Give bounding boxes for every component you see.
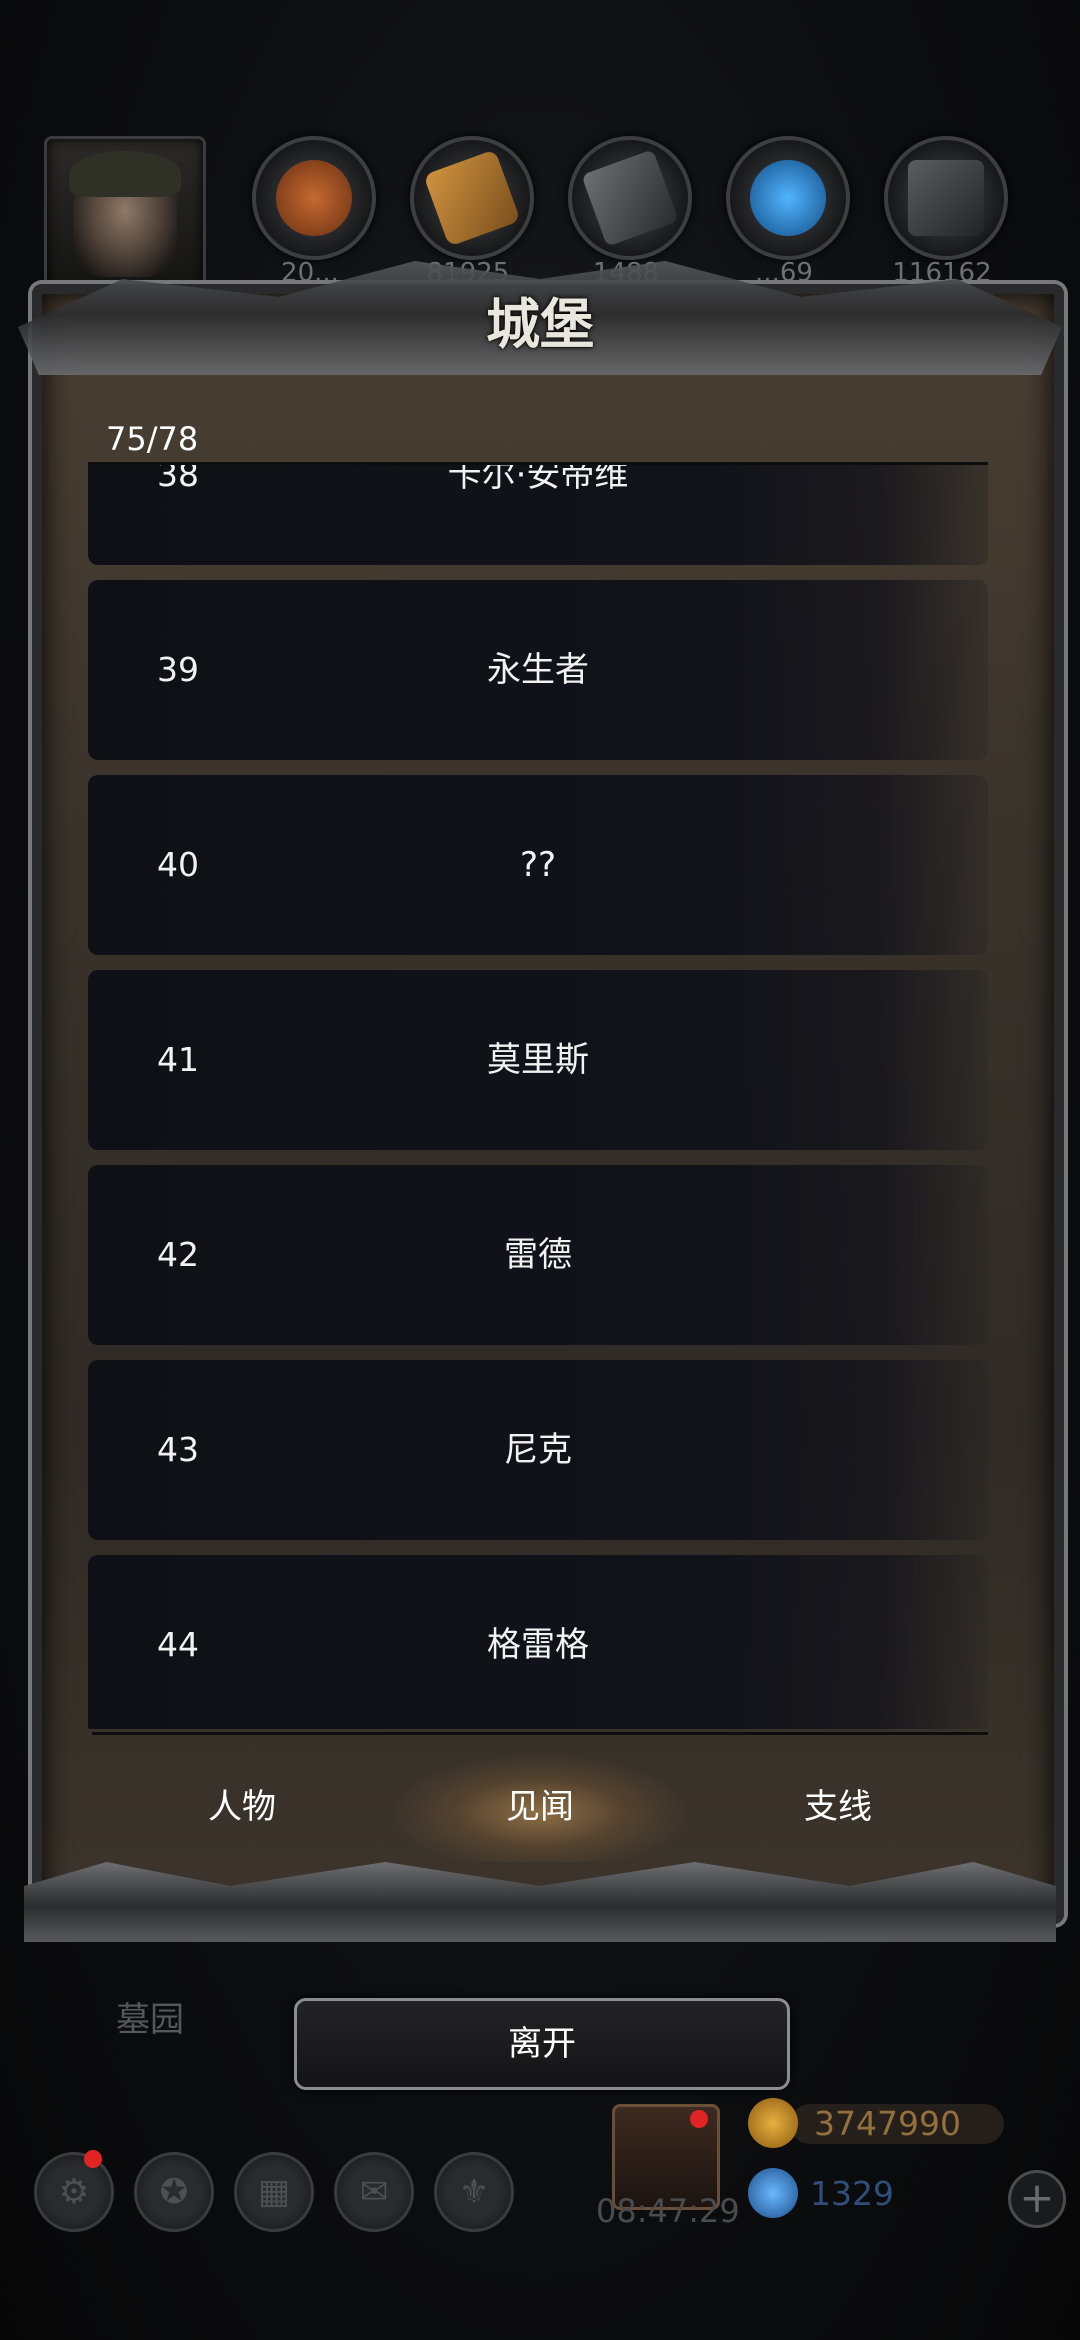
gold-amount: 3747990 <box>814 2104 961 2143</box>
tab-events[interactable]: 见闻 <box>390 1752 690 1862</box>
book-icon[interactable]: ▦ <box>234 2152 314 2232</box>
list-divider-bottom <box>92 1732 988 1735</box>
progress-count: 75/78 <box>106 420 199 458</box>
resource-iron[interactable] <box>568 136 692 260</box>
iron-icon <box>581 149 679 247</box>
list-item-name: 永生者 <box>487 650 589 690</box>
meat-icon <box>276 160 352 236</box>
add-currency-button[interactable]: + <box>1008 2170 1066 2228</box>
resource-crystal[interactable] <box>726 136 850 260</box>
category-tabs: 人物 见闻 支线 <box>92 1752 988 1862</box>
resource-wood[interactable] <box>410 136 534 260</box>
handshake-icon[interactable]: ⚜ <box>434 2152 514 2232</box>
list-item[interactable]: 38 卡尔·安帝维 <box>88 465 988 565</box>
timer: 08:47:29 <box>596 2192 740 2230</box>
mail-icon[interactable]: ✉ <box>334 2152 414 2232</box>
list-item[interactable]: 42 雷德 <box>88 1165 988 1345</box>
gem-icon <box>748 2168 798 2218</box>
list-item-name: 雷德 <box>504 1235 572 1275</box>
settings-gear-icon[interactable]: ⚙ <box>34 2152 114 2232</box>
panel-title: 城堡 <box>486 292 594 356</box>
list-item-name: 格雷格 <box>487 1625 589 1665</box>
list-item[interactable]: 44 格雷格 <box>88 1555 988 1729</box>
location-label: 墓园 <box>116 2000 184 2040</box>
resource-meat[interactable] <box>252 136 376 260</box>
list-item-name: ?? <box>519 845 557 885</box>
gold-coin-icon <box>748 2098 798 2148</box>
notification-dot <box>84 2150 102 2168</box>
leave-button[interactable]: 离开 <box>294 1998 790 2090</box>
list-item[interactable]: 39 永生者 <box>88 580 988 760</box>
tab-characters[interactable]: 人物 <box>92 1752 392 1862</box>
avatar-hat <box>69 151 181 197</box>
crystal-icon <box>750 160 826 236</box>
list-item[interactable]: 40 ?? <box>88 775 988 955</box>
list-item[interactable]: 43 尼克 <box>88 1360 988 1540</box>
list-item[interactable]: 41 莫里斯 <box>88 970 988 1150</box>
gem-amount: 1329 <box>810 2174 894 2213</box>
gift-notification-dot <box>690 2110 708 2128</box>
list-item-name: 尼克 <box>504 1430 572 1470</box>
player-avatar[interactable] <box>44 136 206 292</box>
list-item-name: 卡尔·安帝维 <box>447 465 629 495</box>
wood-icon <box>423 149 521 247</box>
list-item-name: 莫里斯 <box>487 1040 589 1080</box>
crest-icon[interactable]: ✪ <box>134 2152 214 2232</box>
entry-list[interactable]: 38 卡尔·安帝维 39 永生者 40 ?? 41 莫里斯 42 雷德 43 尼… <box>88 465 988 1729</box>
resource-stone[interactable] <box>884 136 1008 260</box>
tab-side-quests[interactable]: 支线 <box>688 1752 988 1862</box>
stone-icon <box>908 160 984 236</box>
